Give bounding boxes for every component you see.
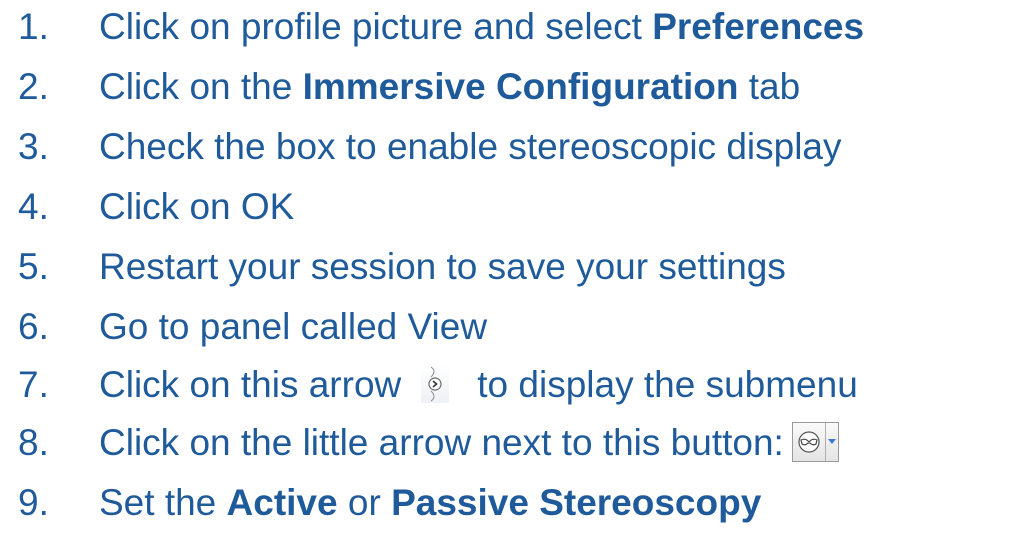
step-keyword: Immersive Configuration	[302, 65, 739, 107]
step-text: Check the box to enable stereoscopic dis…	[99, 125, 842, 167]
step-text: Click on this arrow	[99, 363, 402, 405]
step-text: Click on the little arrow next to this b…	[99, 421, 784, 463]
step-text: tab	[738, 65, 801, 107]
step-number: 2.	[18, 65, 49, 107]
step-text: Click on OK	[99, 185, 295, 227]
step-number: 5.	[18, 245, 49, 287]
step-keyword: Preferences	[652, 5, 865, 47]
step-number: 8.	[18, 421, 49, 463]
step-number: 1.	[18, 5, 49, 47]
step-text: Go to panel called View	[99, 305, 488, 347]
step-text: Click on profile picture and select	[99, 5, 653, 47]
step-number: 7.	[18, 363, 49, 405]
instructions-page: 1. Click on profile picture and select P…	[0, 0, 1023, 540]
step-number: 3.	[18, 125, 49, 167]
chevron-right-circle-icon	[421, 365, 450, 403]
step-text: Click on the	[99, 65, 303, 107]
stereo-glasses-icon[interactable]	[793, 423, 826, 461]
step-keyword: Active	[226, 481, 338, 523]
step-number: 4.	[18, 185, 49, 227]
step-text: Restart your session to save your settin…	[99, 245, 786, 287]
step-text: to display the submenu	[477, 363, 858, 405]
step-text: or	[337, 481, 392, 523]
step-keyword: Passive Stereoscopy	[391, 481, 762, 523]
step-number: 9.	[18, 481, 49, 523]
stereo-button[interactable]	[791, 422, 839, 462]
caret-down-icon[interactable]	[826, 423, 838, 461]
step-number: 6.	[18, 305, 49, 347]
step-text: Set the	[99, 481, 227, 523]
